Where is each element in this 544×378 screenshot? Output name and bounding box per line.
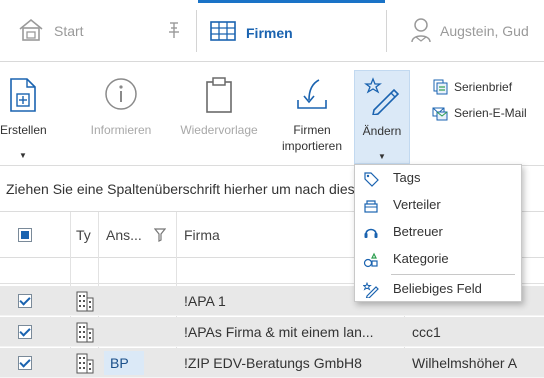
import-icon (295, 76, 329, 116)
aendern-button[interactable]: Ändern ▼ (354, 70, 410, 164)
letter-icon (432, 79, 448, 95)
menu-item-betreuer[interactable]: Betreuer (355, 219, 521, 245)
menu-item-verteiler[interactable]: Verteiler (355, 192, 521, 218)
chevron-down-icon: ▼ (19, 151, 27, 160)
tab-separator (386, 10, 387, 52)
menu-separator (391, 274, 515, 275)
import-label-line2: importieren (281, 139, 343, 153)
wiedervorlage-label: Wiedervorlage (180, 123, 258, 137)
row-checkbox[interactable] (18, 294, 32, 308)
erstellen-button[interactable]: Erstellen ▼ (0, 70, 47, 164)
tab-firmen-label: Firmen (246, 24, 293, 41)
serien-email-button[interactable]: Serien-E-Mail (432, 104, 527, 122)
distribution-icon (363, 197, 379, 213)
row-checkbox[interactable] (18, 356, 32, 370)
tab-person[interactable]: Augstein, Gud (394, 0, 544, 62)
menu-item-beliebiges-feld[interactable]: Beliebiges Feld (355, 276, 521, 302)
firmen-importieren-button[interactable]: Firmen importieren (270, 70, 354, 164)
category-icon (363, 251, 379, 268)
email-icon (432, 105, 448, 121)
chevron-down-icon: ▼ (378, 152, 386, 161)
tab-separator (196, 10, 197, 52)
table-row[interactable]: !APAs Firma & mit einem lan... ccc1 (0, 317, 544, 347)
support-icon (363, 224, 379, 240)
tab-bar: Start Firmen Augstein, Gud (0, 0, 544, 62)
building-icon (76, 290, 94, 315)
tab-person-label: Augstein, Gud (440, 23, 529, 39)
firmen-importieren-label: Firmen importieren (270, 122, 354, 154)
informieren-label: Informieren (90, 123, 152, 137)
erstellen-label: Erstellen (0, 123, 47, 137)
pin-icon[interactable] (167, 20, 181, 40)
tag-icon (363, 170, 379, 187)
building-icon (76, 352, 94, 377)
edit-field-icon (362, 281, 379, 299)
serienbrief-button[interactable]: Serienbrief (432, 78, 512, 96)
menu-item-kategorie-label: Kategorie (393, 251, 449, 266)
row-checkbox[interactable] (18, 325, 32, 339)
info-icon (103, 76, 139, 116)
cell-extra: ccc1 (412, 324, 441, 340)
informieren-button[interactable]: Informieren (84, 70, 158, 164)
grid-table-icon (210, 21, 236, 44)
tab-firmen[interactable]: Firmen (198, 0, 385, 62)
wiedervorlage-button[interactable]: Wiedervorlage (172, 70, 266, 164)
menu-item-kategorie[interactable]: Kategorie (355, 246, 521, 272)
menu-item-tags-label: Tags (393, 170, 421, 185)
home-icon (18, 18, 44, 45)
aendern-dropdown-menu: Tags Verteiler Betreuer Kategorie Belieb… (354, 164, 522, 302)
menu-item-tags[interactable]: Tags (355, 165, 521, 191)
cell-extra: Wilhelmshöher A (412, 355, 518, 371)
column-header-ansprechpartner[interactable]: Ans... (106, 212, 148, 258)
tab-start-label: Start (54, 23, 84, 39)
building-icon (76, 321, 94, 346)
serienbrief-label: Serienbrief (454, 80, 513, 94)
filter-icon[interactable] (153, 228, 167, 245)
new-document-icon (8, 76, 38, 118)
cell-firma: !APAs Firma & mit einem lan... (184, 324, 374, 340)
menu-item-verteiler-label: Verteiler (393, 197, 441, 212)
cell-ansprechpartner: BP (104, 351, 144, 375)
aendern-label: Ändern (362, 124, 402, 138)
person-icon (410, 17, 432, 46)
serien-email-label: Serien-E-Mail (454, 106, 527, 120)
star-pencil-icon (364, 77, 400, 119)
ribbon-toolbar: Erstellen ▼ Informieren Wiedervorlage Fi… (0, 62, 544, 166)
table-row[interactable]: BP !ZIP EDV-Beratungs GmbH8 Wilhelmshöhe… (0, 348, 544, 378)
cell-firma: !ZIP EDV-Beratungs GmbH8 (184, 355, 362, 371)
select-all-checkbox[interactable] (18, 228, 32, 242)
import-label-line1: Firmen (293, 123, 331, 137)
column-header-type[interactable]: Ty (76, 212, 98, 258)
menu-item-beliebiges-feld-label: Beliebiges Feld (393, 281, 482, 296)
menu-item-betreuer-label: Betreuer (393, 224, 443, 239)
clipboard-icon (204, 76, 234, 118)
